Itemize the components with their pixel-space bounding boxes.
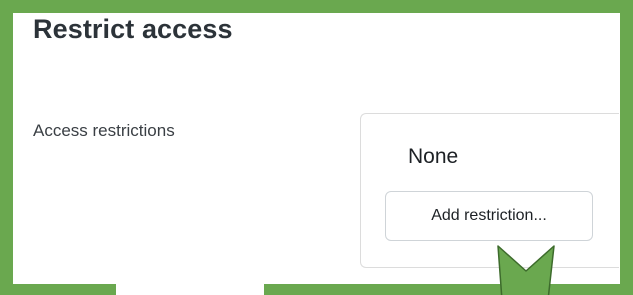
highlight-frame-right	[620, 0, 633, 295]
section-title: Restrict access	[33, 14, 233, 44]
highlight-frame-left	[0, 0, 13, 295]
arrow-down-icon	[497, 245, 555, 295]
highlight-frame-top	[0, 0, 633, 13]
highlight-frame-bottom-left	[0, 284, 116, 295]
access-restrictions-label: Access restrictions	[33, 121, 175, 140]
restrictions-current-value: None	[408, 145, 459, 168]
add-restriction-button[interactable]: Add restriction...	[385, 191, 593, 241]
